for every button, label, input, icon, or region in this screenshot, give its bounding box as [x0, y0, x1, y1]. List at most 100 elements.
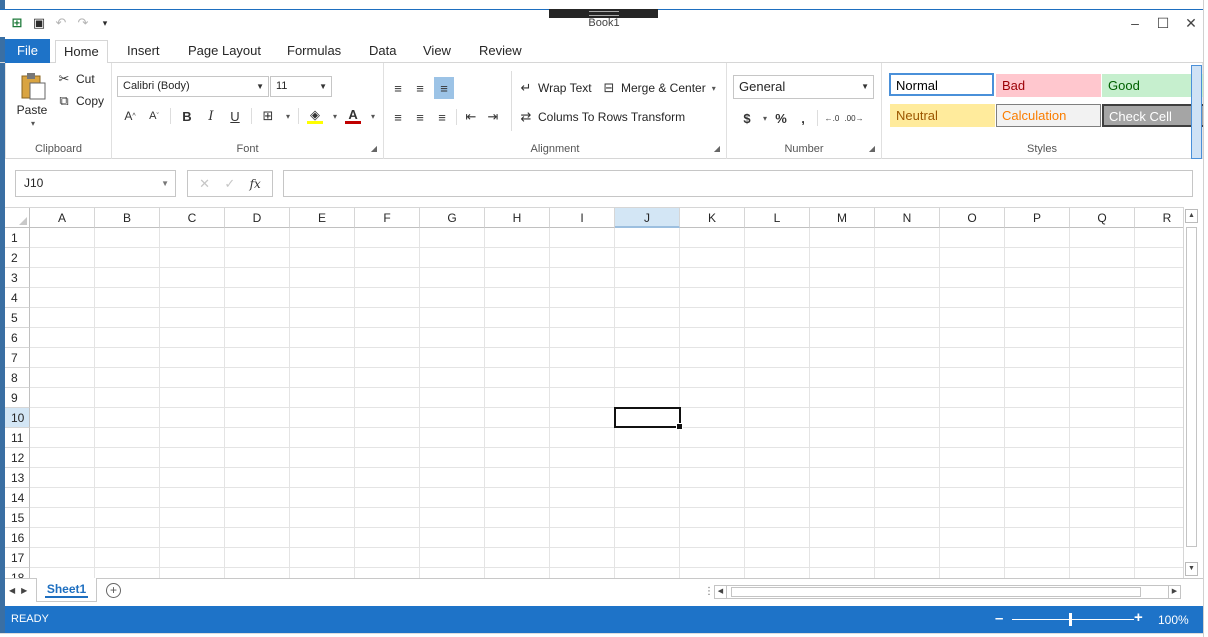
increase-indent-icon[interactable]: ⇥ [485, 109, 501, 125]
tab-review[interactable]: Review [471, 40, 530, 64]
bold-button[interactable]: B [179, 108, 195, 124]
style-calculation[interactable]: Calculation [996, 104, 1101, 127]
columns-rows-transform-button[interactable]: ⇄ Colums To Rows Transform [518, 109, 686, 125]
number-format-combo[interactable]: General ▼ [733, 75, 874, 99]
row-header[interactable]: 14 [5, 488, 30, 508]
zoom-out-icon[interactable]: – [995, 610, 1003, 627]
horizontal-scrollbar[interactable]: ◀ ▶ [714, 585, 1181, 599]
style-normal[interactable]: Normal [889, 73, 994, 96]
scroll-up-icon[interactable]: ▲ [1185, 209, 1198, 223]
enter-formula-icon[interactable]: ✓ [224, 176, 235, 192]
borders-dropdown-icon[interactable]: ▾ [286, 112, 290, 121]
number-dialog-launcher-icon[interactable]: ◢ [869, 144, 875, 153]
cut-button[interactable]: ✂ Cut [56, 71, 95, 87]
align-bottom-icon[interactable]: ≡ [434, 77, 454, 99]
borders-icon[interactable]: ⊞ [260, 108, 276, 124]
decrease-indent-icon[interactable]: ⇤ [463, 109, 479, 125]
column-header[interactable]: J [615, 208, 680, 228]
alignment-dialog-launcher-icon[interactable]: ◢ [714, 144, 720, 153]
align-center-icon[interactable]: ≡ [412, 109, 428, 125]
sheet-nav-arrows-icon[interactable]: ◀▶ [9, 586, 33, 595]
underline-button[interactable]: U [227, 108, 243, 124]
minimize-icon[interactable]: – [1126, 14, 1144, 32]
column-header[interactable]: C [160, 208, 225, 228]
italic-button[interactable]: I [203, 108, 219, 124]
zoom-level[interactable]: 100% [1158, 613, 1189, 627]
spreadsheet-grid[interactable]: ABCDEFGHIJKLMNOPQR 1 2 3 4 5 6 7 8 9 10 11 12 13 14 15… [5, 207, 1183, 578]
align-top-icon[interactable]: ≡ [390, 80, 406, 96]
column-header[interactable]: G [420, 208, 485, 228]
tab-formulas[interactable]: Formulas [279, 40, 349, 64]
row-header[interactable]: 1 [5, 228, 30, 248]
vertical-scrollbar[interactable]: ▲ ▼ [1183, 207, 1199, 578]
column-header[interactable]: F [355, 208, 420, 228]
row-header[interactable]: 2 [5, 248, 30, 268]
close-icon[interactable]: ✕ [1182, 14, 1200, 32]
maximize-icon[interactable]: ☐ [1154, 14, 1172, 32]
row-header[interactable]: 12 [5, 448, 30, 468]
row-header[interactable]: 6 [5, 328, 30, 348]
copy-button[interactable]: ⧉ Copy [56, 93, 104, 109]
row-header[interactable]: 5 [5, 308, 30, 328]
comma-button[interactable]: , [795, 110, 811, 126]
tab-data[interactable]: Data [361, 40, 404, 64]
row-header[interactable]: 18 [5, 568, 30, 578]
fill-color-icon[interactable]: ◈ [307, 107, 324, 124]
sheet-tab-sheet1[interactable]: Sheet1 [36, 578, 97, 602]
style-bad[interactable]: Bad [996, 74, 1101, 97]
style-neutral[interactable]: Neutral [890, 104, 995, 127]
row-header[interactable]: 7 [5, 348, 30, 368]
column-header[interactable]: A [30, 208, 95, 228]
column-header[interactable]: H [485, 208, 550, 228]
column-header[interactable]: N [875, 208, 940, 228]
scroll-left-icon[interactable]: ◀ [715, 586, 727, 598]
tab-insert[interactable]: Insert [119, 40, 168, 64]
column-header[interactable]: M [810, 208, 875, 228]
wrap-text-button[interactable]: ↵ Wrap Text [518, 80, 592, 96]
paste-dropdown-icon[interactable]: ▾ [31, 119, 35, 128]
add-sheet-icon[interactable]: + [106, 583, 121, 598]
tab-file[interactable]: File [5, 39, 50, 63]
align-middle-icon[interactable]: ≡ [412, 80, 428, 96]
decrease-decimal-icon[interactable]: .00→ [844, 110, 863, 126]
vertical-scroll-thumb[interactable] [1186, 227, 1197, 547]
currency-button[interactable]: $ [739, 110, 755, 126]
font-dialog-launcher-icon[interactable]: ◢ [371, 144, 377, 153]
tab-page-layout[interactable]: Page Layout [180, 40, 269, 64]
font-color-icon[interactable]: A [345, 107, 362, 124]
scroll-down-icon[interactable]: ▼ [1185, 562, 1198, 576]
column-header[interactable]: K [680, 208, 745, 228]
increase-decimal-icon[interactable]: ←.0 [824, 110, 840, 126]
row-header[interactable]: 3 [5, 268, 30, 288]
row-header[interactable]: 10 [5, 408, 30, 428]
cancel-formula-icon[interactable]: ✕ [199, 176, 210, 192]
row-header[interactable]: 15 [5, 508, 30, 528]
font-size-combo[interactable]: 11 ▼ [270, 76, 332, 97]
zoom-in-icon[interactable]: + [1134, 609, 1143, 626]
column-header[interactable]: O [940, 208, 1005, 228]
row-header[interactable]: 4 [5, 288, 30, 308]
scroll-right-icon[interactable]: ▶ [1168, 586, 1180, 598]
grow-font-icon[interactable]: A ^ [122, 108, 138, 124]
fill-color-dropdown-icon[interactable]: ▾ [333, 112, 337, 121]
row-header[interactable]: 8 [5, 368, 30, 388]
select-all-corner[interactable] [5, 208, 30, 228]
percent-button[interactable]: % [773, 110, 789, 126]
row-header[interactable]: 9 [5, 388, 30, 408]
row-header[interactable]: 11 [5, 428, 30, 448]
name-box[interactable]: J10 ▼ [15, 170, 176, 197]
font-family-combo[interactable]: Calibri (Body) ▼ [117, 76, 269, 97]
tab-view[interactable]: View [415, 40, 459, 64]
column-header[interactable]: L [745, 208, 810, 228]
column-header[interactable]: B [95, 208, 160, 228]
split-handle-icon[interactable]: ⋮ [704, 586, 714, 597]
column-header[interactable]: E [290, 208, 355, 228]
column-header[interactable]: D [225, 208, 290, 228]
merge-dropdown-icon[interactable]: ▾ [712, 84, 716, 93]
column-header[interactable]: I [550, 208, 615, 228]
column-header[interactable]: R [1135, 208, 1183, 228]
align-left-icon[interactable]: ≡ [390, 109, 406, 125]
column-header[interactable]: P [1005, 208, 1070, 228]
horizontal-scroll-thumb[interactable] [731, 587, 1141, 597]
row-header[interactable]: 16 [5, 528, 30, 548]
